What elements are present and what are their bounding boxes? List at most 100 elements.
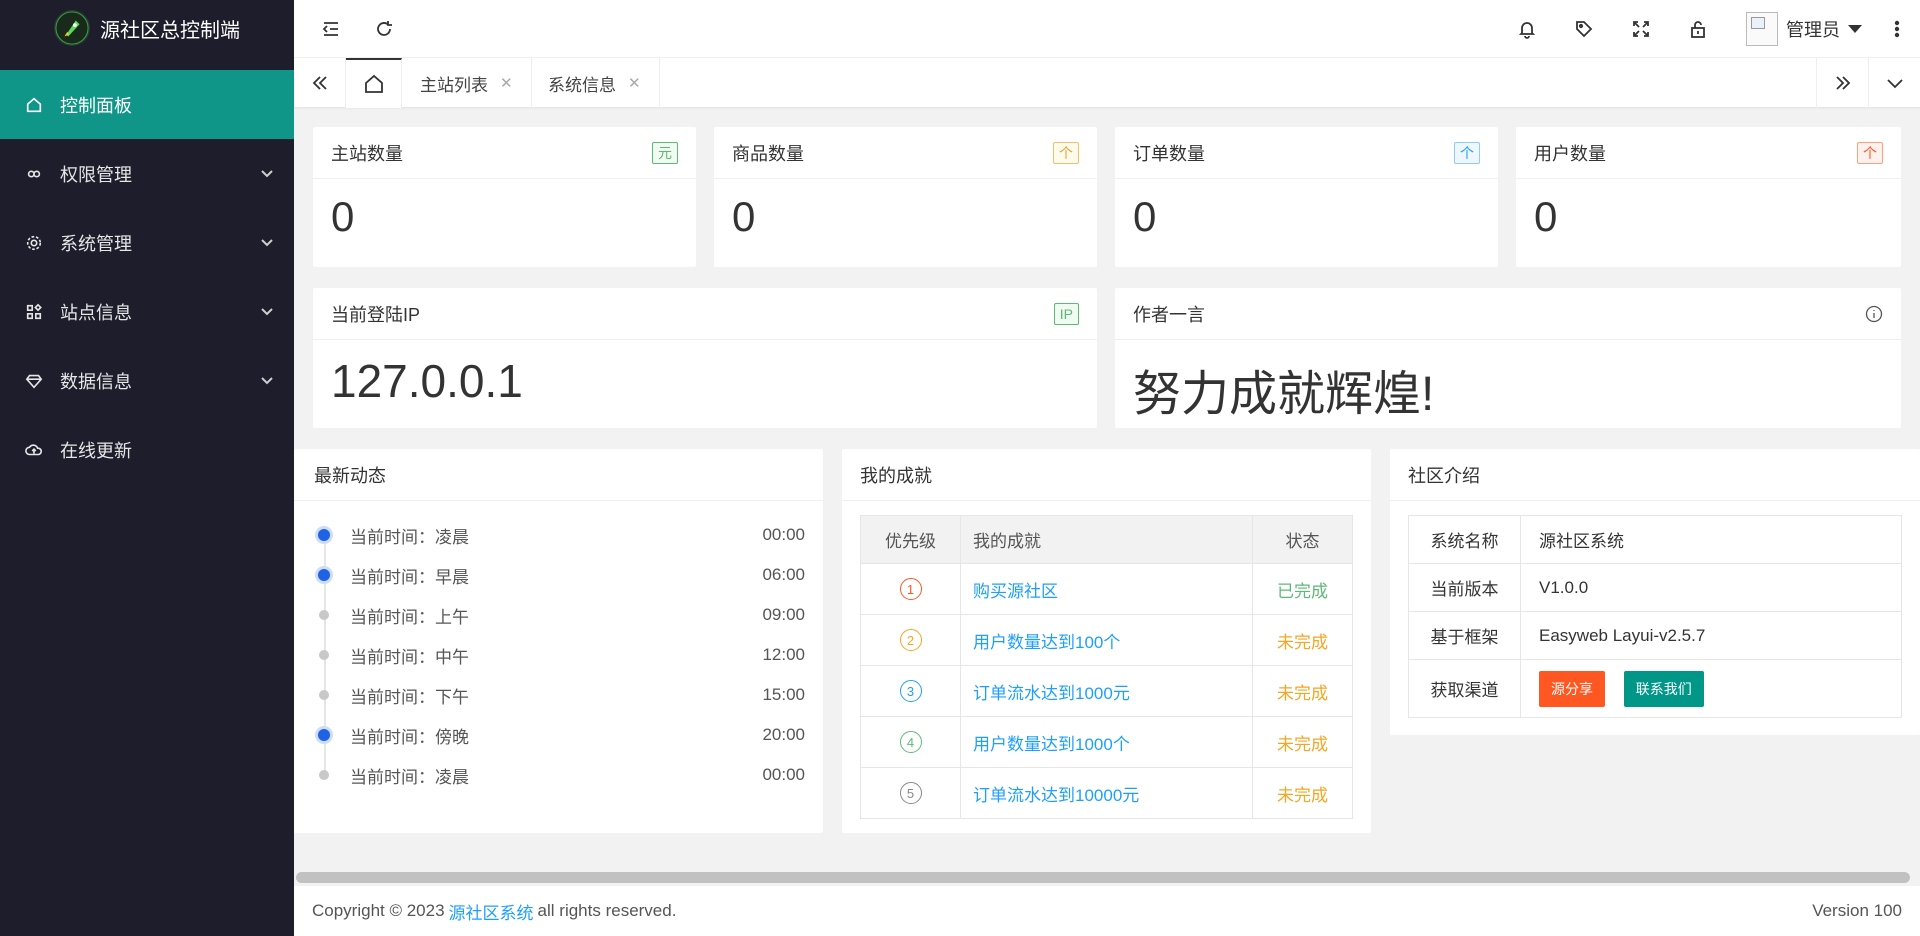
sidebar-item-system[interactable]: 系统管理 bbox=[0, 208, 294, 277]
column-header: 优先级 bbox=[860, 515, 961, 564]
timeline-text: 当前时间：凌晨 bbox=[350, 767, 469, 787]
lock-screen-button[interactable] bbox=[1681, 12, 1715, 46]
sidebar-item-label: 站点信息 bbox=[60, 302, 132, 323]
achievement-link[interactable]: 购买源社区 bbox=[960, 563, 1253, 615]
chevron-down-icon bbox=[260, 372, 274, 386]
refresh-icon bbox=[377, 21, 392, 36]
cloud-icon bbox=[24, 440, 44, 460]
more-button[interactable] bbox=[1880, 12, 1914, 46]
page-tabs-bar: 主站列表 ✕ 系统信息 ✕ bbox=[294, 58, 1920, 108]
stat-card-orders: 订单数量 个 0 bbox=[1115, 127, 1498, 267]
close-icon[interactable]: ✕ bbox=[628, 74, 641, 92]
timeline-item: 当前时间：凌晨 00:00 bbox=[312, 755, 805, 795]
sidebar-item-update[interactable]: 在线更新 bbox=[0, 415, 294, 484]
stat-value: 0 bbox=[1133, 193, 1157, 240]
double-chevron-left-icon bbox=[312, 76, 327, 90]
intro-key: 获取渠道 bbox=[1408, 659, 1521, 718]
user-menu[interactable]: 管理员 bbox=[1746, 10, 1862, 48]
ip-badge: IP bbox=[1053, 302, 1079, 325]
top-header: 管理员 bbox=[294, 0, 1920, 58]
avatar bbox=[1746, 12, 1778, 46]
timeline-text: 当前时间：上午 bbox=[350, 607, 469, 627]
card-title: 作者一言 bbox=[1133, 304, 1205, 325]
rights-text: all rights reserved. bbox=[537, 901, 677, 920]
timeline-time: 00:00 bbox=[762, 765, 805, 784]
notification-button[interactable] bbox=[1510, 12, 1544, 46]
achievement-link[interactable]: 订单流水达到1000元 bbox=[960, 665, 1253, 717]
rocket-icon bbox=[54, 10, 90, 46]
latest-activity-card: 最新动态 当前时间：凌晨 00:00 当前时间：早晨 06:00 当前时间：上午 09… bbox=[294, 449, 823, 833]
refresh-button[interactable] bbox=[367, 12, 401, 46]
card-title: 社区介绍 bbox=[1408, 465, 1480, 486]
rank-badge: 1 bbox=[899, 578, 922, 600]
timeline-time: 15:00 bbox=[762, 685, 805, 704]
status-text: 未完成 bbox=[1252, 716, 1353, 768]
table-row: 当前版本 V1.0.0 bbox=[1408, 563, 1902, 612]
table-row: 3 订单流水达到1000元 未完成 bbox=[860, 665, 1353, 717]
info-icon[interactable] bbox=[1865, 305, 1883, 323]
home-icon bbox=[364, 74, 383, 93]
sidebar-item-label: 系统管理 bbox=[60, 233, 132, 254]
timeline-dot bbox=[319, 650, 329, 660]
tabs-scroll-left-button[interactable] bbox=[294, 58, 346, 108]
intro-key: 基于框架 bbox=[1408, 611, 1521, 660]
ip-value: 127.0.0.1 bbox=[331, 355, 523, 407]
table-header-row: 优先级 我的成就 状态 bbox=[860, 515, 1353, 564]
tab-home[interactable] bbox=[346, 58, 402, 108]
version-text: Version 100 bbox=[1812, 901, 1902, 920]
timeline-time: 12:00 bbox=[762, 645, 805, 664]
tabs-menu-button[interactable] bbox=[1868, 58, 1920, 108]
copyright-text: Copyright © 2023 bbox=[312, 901, 445, 920]
author-quote: 努力成就辉煌! bbox=[1133, 368, 1435, 421]
contact-us-button[interactable]: 联系我们 bbox=[1623, 670, 1704, 707]
close-icon[interactable]: ✕ bbox=[500, 74, 513, 92]
tag-icon bbox=[1576, 21, 1593, 38]
menu-fold-icon bbox=[322, 22, 338, 36]
intro-value: V1.0.0 bbox=[1520, 563, 1902, 612]
table-row: 2 用户数量达到100个 未完成 bbox=[860, 614, 1353, 666]
home-icon bbox=[24, 95, 44, 115]
tab-site-list[interactable]: 主站列表 ✕ bbox=[402, 58, 532, 108]
diamond-icon bbox=[24, 371, 44, 391]
timeline-time: 20:00 bbox=[762, 725, 805, 744]
card-title: 用户数量 bbox=[1534, 143, 1606, 164]
stat-card-users: 用户数量 个 0 bbox=[1516, 127, 1901, 267]
achievement-link[interactable]: 用户数量达到100个 bbox=[960, 614, 1253, 666]
tab-system-info[interactable]: 系统信息 ✕ bbox=[530, 58, 660, 108]
card-title: 商品数量 bbox=[732, 143, 804, 164]
chevron-down-icon bbox=[260, 234, 274, 248]
sidebar-item-sites[interactable]: 站点信息 bbox=[0, 277, 294, 346]
timeline-text: 当前时间：凌晨 bbox=[350, 527, 469, 547]
footer-link[interactable]: 源社区系统 bbox=[449, 899, 534, 924]
app-title: 源社区总控制端 bbox=[100, 19, 240, 42]
timeline-text: 当前时间：中午 bbox=[350, 647, 469, 667]
timeline-time: 09:00 bbox=[762, 605, 805, 624]
timeline-time: 06:00 bbox=[762, 565, 805, 584]
fullscreen-icon bbox=[1633, 21, 1649, 37]
table-row: 4 用户数量达到1000个 未完成 bbox=[860, 716, 1353, 768]
tag-button[interactable] bbox=[1567, 12, 1601, 46]
table-row: 获取渠道 源分享 联系我们 bbox=[1408, 659, 1902, 718]
share-button[interactable]: 源分享 bbox=[1539, 670, 1605, 707]
app-logo[interactable]: 源社区总控制端 bbox=[0, 0, 294, 56]
bell-icon bbox=[1518, 22, 1536, 39]
achievement-link[interactable]: 用户数量达到1000个 bbox=[960, 716, 1253, 768]
author-quote-card: 作者一言 努力成就辉煌! bbox=[1115, 288, 1901, 428]
fullscreen-button[interactable] bbox=[1624, 12, 1658, 46]
status-text: 未完成 bbox=[1252, 614, 1353, 666]
horizontal-scrollbar[interactable] bbox=[296, 872, 1910, 883]
achievement-link[interactable]: 订单流水达到10000元 bbox=[960, 767, 1253, 819]
status-text: 已完成 bbox=[1252, 563, 1353, 615]
status-text: 未完成 bbox=[1252, 665, 1353, 717]
tabs-scroll-right-button[interactable] bbox=[1816, 58, 1868, 108]
card-title: 订单数量 bbox=[1133, 143, 1205, 164]
collapse-sidebar-button[interactable] bbox=[314, 12, 348, 46]
sidebar-item-dashboard[interactable]: 控制面板 bbox=[0, 70, 294, 139]
community-intro-card: 社区介绍 系统名称 源社区系统 当前版本 V1.0.0 基于框架 Easyweb… bbox=[1390, 449, 1920, 735]
sidebar-item-data[interactable]: 数据信息 bbox=[0, 346, 294, 415]
timeline-dot-active bbox=[318, 529, 330, 541]
sidebar-item-label: 在线更新 bbox=[60, 440, 132, 461]
timeline-dot-active bbox=[318, 729, 330, 741]
sidebar-item-permissions[interactable]: 权限管理 bbox=[0, 139, 294, 208]
more-vertical-icon bbox=[1894, 20, 1900, 38]
